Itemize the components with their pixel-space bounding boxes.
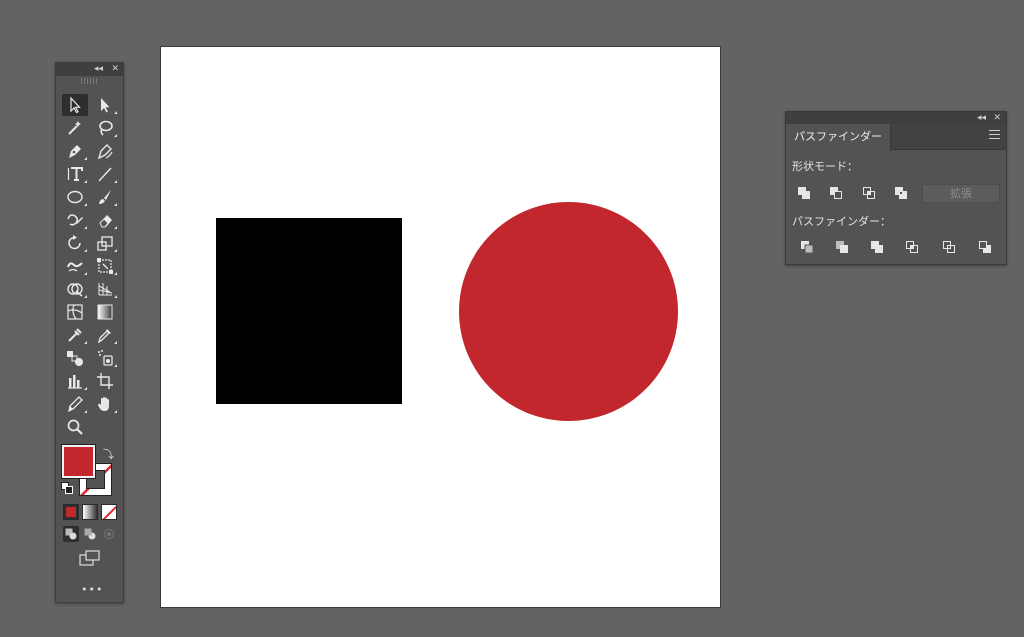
artboard-tool-icon[interactable]	[92, 370, 118, 392]
slice-tool-icon[interactable]	[62, 393, 88, 415]
pathfinders-label: パスファインダー：	[792, 215, 891, 228]
column-graph-tool-icon[interactable]	[62, 370, 88, 392]
divide-icon	[801, 241, 814, 254]
screen-mode-icon[interactable]	[79, 550, 101, 566]
divide-button[interactable]	[798, 238, 816, 256]
eyedropper-alt-icon[interactable]	[92, 324, 118, 346]
blend-tool-icon[interactable]	[62, 347, 88, 369]
free-transform-tool-icon[interactable]	[92, 255, 118, 277]
intersect-icon	[863, 187, 875, 199]
shape-modes-label: 形状モード：	[792, 160, 858, 173]
selection-tool-icon[interactable]	[62, 94, 88, 116]
none-mode-button[interactable]	[101, 504, 117, 520]
crop-button[interactable]	[903, 238, 921, 256]
trim-icon	[836, 241, 848, 253]
rotate-tool-icon[interactable]	[62, 232, 88, 254]
zoom-tool-icon[interactable]	[62, 416, 88, 438]
color-mode-button[interactable]	[63, 504, 79, 520]
direct-selection-tool-icon[interactable]	[92, 94, 118, 116]
gradient-tool-icon[interactable]	[92, 301, 118, 323]
shaper-tool-icon[interactable]	[62, 209, 88, 231]
ellipse-tool-icon[interactable]	[62, 186, 88, 208]
fill-color-swatch[interactable]	[62, 445, 95, 478]
shape-builder-tool-icon[interactable]	[62, 278, 88, 300]
default-fill-stroke-icon[interactable]	[61, 482, 73, 494]
eyedropper-tool-icon[interactable]	[62, 324, 88, 346]
crop-icon	[906, 241, 918, 253]
gradient-mode-button[interactable]	[82, 504, 98, 520]
magic-wand-tool-icon[interactable]	[62, 117, 88, 139]
black-rectangle[interactable]	[216, 218, 402, 404]
expand-button[interactable]: 拡張	[922, 184, 1000, 203]
unite-button[interactable]	[795, 184, 813, 202]
merge-icon	[871, 241, 883, 253]
curvature-tool-icon[interactable]	[92, 140, 118, 162]
exclude-icon	[895, 187, 907, 199]
merge-button[interactable]	[868, 238, 886, 256]
more-tools-icon[interactable]: •••	[81, 583, 103, 596]
artboard[interactable]	[160, 46, 721, 608]
pathfinder-panel: ◂◂ ✕ パスファインダー 形状モード： 拡張 パスファインダー：	[785, 111, 1007, 265]
minus-back-button[interactable]	[976, 238, 994, 256]
tools-panel-titlebar[interactable]: ◂◂ ✕	[56, 63, 123, 76]
pen-tool-icon[interactable]	[62, 140, 88, 162]
perspective-grid-tool-icon[interactable]	[92, 278, 118, 300]
tab-pathfinder[interactable]: パスファインダー	[786, 124, 891, 151]
draw-normal-icon[interactable]	[63, 526, 79, 542]
pathfinder-tabbar: パスファインダー	[786, 124, 1006, 151]
symbol-sprayer-tool-icon[interactable]	[92, 347, 118, 369]
type-tool-icon[interactable]	[62, 163, 88, 185]
outline-button[interactable]	[940, 238, 958, 256]
panel-menu-icon[interactable]	[989, 130, 1000, 139]
unite-icon	[798, 187, 810, 199]
outline-icon	[943, 241, 955, 253]
close-icon[interactable]: ✕	[993, 113, 1001, 123]
none-slash-icon	[102, 505, 116, 519]
hand-tool-icon[interactable]	[92, 393, 118, 415]
draw-inside-icon[interactable]	[101, 526, 117, 542]
collapse-icon[interactable]: ◂◂	[94, 64, 103, 74]
red-circle[interactable]	[459, 202, 678, 421]
exclude-button[interactable]	[892, 184, 910, 202]
minus-back-icon	[979, 241, 991, 253]
pathfinder-titlebar[interactable]: ◂◂ ✕	[786, 112, 1006, 124]
collapse-icon[interactable]: ◂◂	[977, 113, 986, 123]
minus-front-icon	[830, 187, 842, 199]
paintbrush-tool-icon[interactable]	[92, 186, 118, 208]
intersect-button[interactable]	[860, 184, 878, 202]
lasso-tool-icon[interactable]	[92, 117, 118, 139]
panel-grip[interactable]	[80, 78, 99, 84]
line-segment-tool-icon[interactable]	[92, 163, 118, 185]
close-icon[interactable]: ✕	[111, 64, 119, 74]
scale-tool-icon[interactable]	[92, 232, 118, 254]
illustrator-workspace: ◂◂ ✕ ⤵ ••• ◂◂ ✕ パスファインダー 形状モード： 拡張 パスファイ…	[0, 0, 1024, 637]
minus-front-button[interactable]	[827, 184, 845, 202]
tools-panel: ◂◂ ✕ ⤵ •••	[55, 62, 124, 603]
trim-button[interactable]	[833, 238, 851, 256]
swap-fill-stroke-icon[interactable]: ⤵	[103, 446, 114, 462]
draw-behind-icon[interactable]	[82, 526, 98, 542]
warp-tool-icon[interactable]	[62, 255, 88, 277]
mesh-tool-icon[interactable]	[62, 301, 88, 323]
eraser-tool-icon[interactable]	[92, 209, 118, 231]
